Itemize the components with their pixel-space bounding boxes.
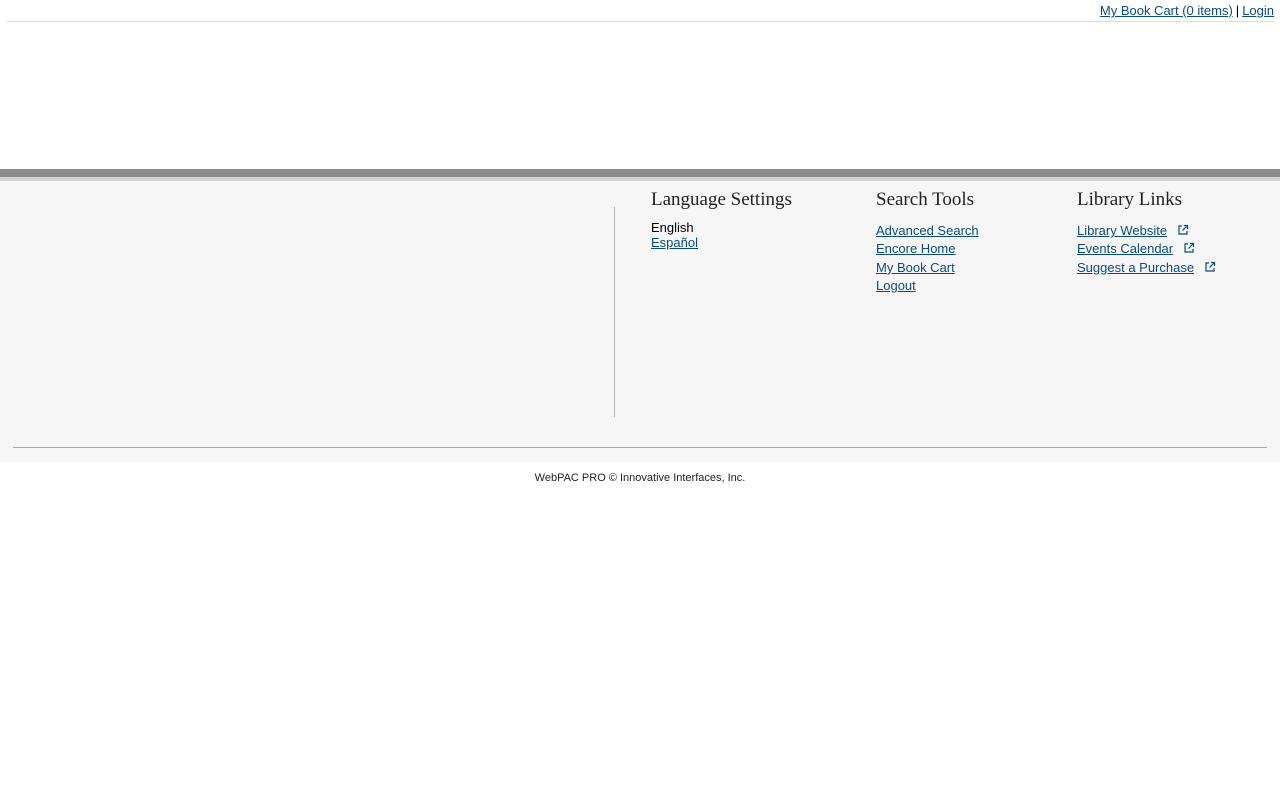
topbar-separator: | bbox=[1235, 3, 1240, 18]
header-divider-band bbox=[0, 169, 1280, 177]
library-website-link[interactable]: Library Website bbox=[1077, 223, 1167, 238]
search-tools-section: Search Tools Advanced Search Encore Home… bbox=[876, 189, 979, 296]
library-links-heading: Library Links bbox=[1077, 189, 1183, 210]
advanced-search-link[interactable]: Advanced Search bbox=[876, 223, 979, 238]
external-link-icon bbox=[1184, 243, 1194, 253]
events-calendar-link[interactable]: Events Calendar bbox=[1077, 241, 1173, 256]
logout-link[interactable]: Logout bbox=[876, 278, 916, 293]
library-links-section: Library Links Library Website Events Cal… bbox=[1077, 189, 1216, 277]
vertical-divider bbox=[614, 207, 615, 417]
library-links-list: Library Website Events Calendar Suggest … bbox=[1077, 222, 1216, 277]
top-utility-bar: My Book Cart (0 items) | Login bbox=[6, 0, 1274, 22]
language-list: English Español bbox=[651, 220, 792, 250]
my-book-cart-link[interactable]: My Book Cart (0 items) bbox=[1100, 3, 1233, 18]
external-link-icon bbox=[1205, 261, 1215, 272]
language-current: English bbox=[651, 220, 694, 235]
search-tools-list: Advanced Search Encore Home My Book Cart… bbox=[876, 222, 979, 296]
language-settings-section: Language Settings English Español bbox=[651, 189, 792, 250]
copyright-text: WebPAC PRO © Innovative Interfaces, Inc. bbox=[534, 472, 746, 484]
encore-home-link[interactable]: Encore Home bbox=[876, 241, 955, 256]
footer-divider bbox=[13, 447, 1267, 448]
footer-panel: Language Settings English Español Search… bbox=[0, 181, 1280, 462]
my-book-cart-tools-link[interactable]: My Book Cart bbox=[876, 260, 955, 275]
search-tools-heading: Search Tools bbox=[876, 189, 975, 210]
language-espanol-link[interactable]: Español bbox=[651, 235, 698, 250]
login-link[interactable]: Login bbox=[1242, 3, 1274, 18]
suggest-a-purchase-link[interactable]: Suggest a Purchase bbox=[1077, 260, 1194, 275]
external-link-icon bbox=[1178, 224, 1188, 235]
language-settings-heading: Language Settings bbox=[651, 189, 792, 210]
